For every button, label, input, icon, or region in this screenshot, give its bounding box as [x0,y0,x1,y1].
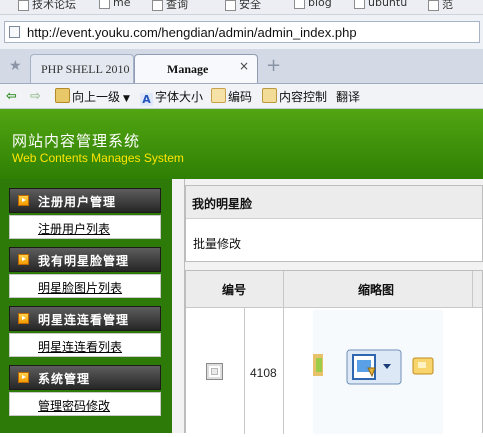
tab-php-shell[interactable]: PHP SHELL 2010 [30,54,134,83]
column-divider [283,271,284,307]
panel-title: 我的明星脸 [192,197,253,211]
bookmark-item[interactable]: ubuntu [354,0,407,9]
bookmark-item[interactable]: 技术论坛 [18,0,76,12]
thumbnail-toolbar-graphic [313,349,434,385]
sidebar-item-user-list[interactable]: 注册用户列表 [9,215,161,239]
sidebar-section-user-management[interactable]: 注册用户管理 [9,188,161,213]
sidebar: 注册用户管理 注册用户列表 我有明星脸管理 明星脸图片列表 明星连连看管理 明星… [0,179,172,433]
url-input[interactable]: http://event.youku.com/hengdian/admin/ad… [4,21,480,43]
sidebar-item-change-password[interactable]: 管理密码修改 [9,392,161,416]
encoding-button[interactable]: 编码 [211,88,252,105]
sidebar-item-star-match-list[interactable]: 明星连连看列表 [9,333,161,357]
favorites-star-icon[interactable]: ★ [9,58,22,74]
panel-header: 我的明星脸 [186,186,482,219]
arrow-bullet-icon [18,313,29,324]
close-tab-icon[interactable]: × [237,59,251,73]
tab-label: Manage [167,62,209,76]
site-title: 网站内容管理系统 [12,132,141,150]
batch-edit-link[interactable]: 批量修改 [193,235,241,252]
dropdown-arrow-icon: ▼ [123,94,130,104]
folder-up-icon [55,88,70,103]
main-content: 我的明星脸 批量修改 编号 缩略图 4108 [172,179,483,434]
star-face-panel: 我的明星脸 批量修改 [185,185,483,262]
column-header-id: 编号 [222,283,247,297]
font-size-icon: A [140,93,153,106]
thumbnail-image[interactable] [313,310,443,434]
arrow-bullet-icon [18,372,29,383]
sidebar-section-system[interactable]: 系统管理 [9,365,161,390]
table-row: 4108 [186,307,482,434]
tab-manage[interactable]: Manage × [134,54,258,83]
content-control-icon [262,88,277,103]
data-table: 编号 缩略图 4108 [185,270,483,434]
new-tab-button[interactable]: + [266,55,281,76]
bookmark-item[interactable]: 安全 [225,0,261,12]
content-control-button[interactable]: 内容控制 [262,88,327,105]
column-divider [472,271,473,307]
table-header: 编号 缩略图 [186,271,482,308]
tab-label: PHP SHELL 2010 [41,62,130,76]
back-arrow-icon[interactable]: ⇦ [6,89,17,104]
bookmark-item[interactable]: 范 [428,0,453,12]
row-select-checkbox[interactable] [206,363,223,380]
column-header-thumbnail: 缩略图 [358,283,395,297]
sidebar-item-star-face-list[interactable]: 明星脸图片列表 [9,274,161,298]
arrow-bullet-icon [18,195,29,206]
up-level-button[interactable]: 向上一级 ▼ [55,88,130,105]
site-subtitle: Web Contents Manages System [12,151,184,165]
bookmark-item[interactable]: 查询 [152,0,188,12]
translate-button[interactable]: 翻译 [336,88,360,105]
font-size-button[interactable]: A 字体大小 [140,88,203,106]
encoding-icon [211,88,226,103]
command-bar: ⇦ ⇨ 向上一级 ▼ A 字体大小 编码 内容控制 翻译 [0,84,483,109]
address-bar: http://event.youku.com/hengdian/admin/ad… [0,15,483,49]
url-text: http://event.youku.com/hengdian/admin/ad… [27,25,357,40]
forward-arrow-icon[interactable]: ⇨ [30,89,41,104]
header-banner: 网站内容管理系统 Web Contents Manages System [0,109,483,179]
bookmarks-bar: 技术论坛 me 查询 安全 blog ubuntu 范 [0,0,483,15]
bookmark-item[interactable]: me [99,0,130,9]
bookmark-item[interactable]: blog [294,0,332,9]
page-icon [9,26,20,38]
tab-strip: ★ PHP SHELL 2010 Manage × + [0,49,483,84]
arrow-bullet-icon [18,254,29,265]
sidebar-section-star-face[interactable]: 我有明星脸管理 [9,247,161,272]
row-id: 4108 [250,366,277,380]
sidebar-section-star-match[interactable]: 明星连连看管理 [9,306,161,331]
